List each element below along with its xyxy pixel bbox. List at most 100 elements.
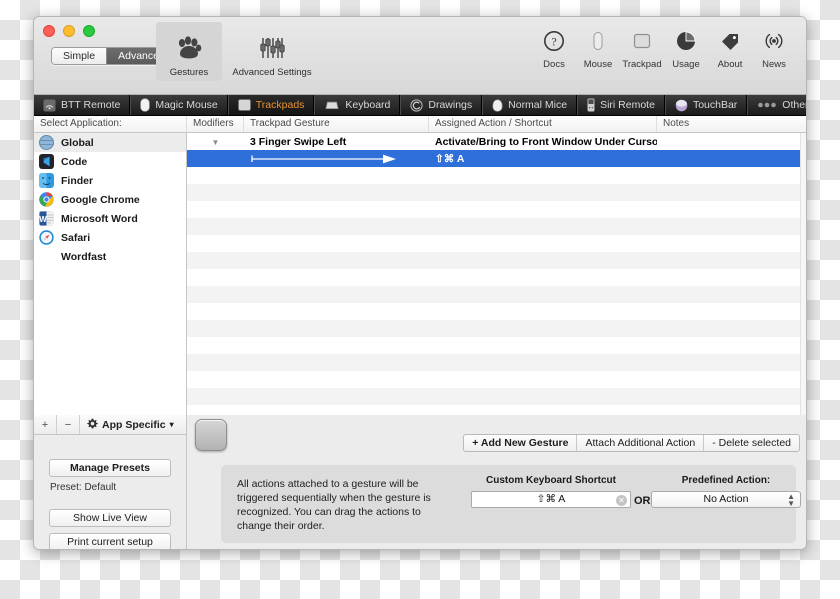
toolbar-label-news: News bbox=[762, 59, 786, 70]
table-row-empty[interactable] bbox=[187, 167, 806, 184]
keyboard-icon bbox=[324, 100, 340, 110]
table-row-empty[interactable] bbox=[187, 388, 806, 405]
predefined-action-value: No Action bbox=[703, 493, 749, 505]
svg-text:?: ? bbox=[551, 35, 556, 49]
sidebar-item-google-chrome[interactable]: Google Chrome bbox=[34, 190, 186, 209]
add-new-gesture-button[interactable]: + Add New Gesture bbox=[464, 435, 578, 451]
sidebar-item-label: Finder bbox=[61, 174, 94, 187]
table-vertical-scrollbar[interactable] bbox=[800, 133, 806, 415]
table-row[interactable]: ▼ 3 Finger Swipe Left Activate/Bring to … bbox=[187, 133, 806, 150]
table-row-empty[interactable] bbox=[187, 354, 806, 371]
table-row-selected[interactable]: ⇧⌘ A bbox=[187, 150, 806, 167]
table-row-empty[interactable] bbox=[187, 286, 806, 303]
table-row-empty[interactable] bbox=[187, 371, 806, 388]
toolbar-button-news[interactable]: News bbox=[752, 27, 796, 70]
custom-shortcut-label: Custom Keyboard Shortcut bbox=[485, 475, 616, 486]
app-specific-label: App Specific bbox=[102, 418, 166, 431]
manage-presets-button[interactable]: Manage Presets bbox=[49, 459, 171, 477]
table-row-empty[interactable] bbox=[187, 303, 806, 320]
sidebar-item-label: Microsoft Word bbox=[61, 212, 138, 225]
device-tab-touchbar[interactable]: TouchBar bbox=[664, 95, 748, 115]
sidebar-item-finder[interactable]: Finder bbox=[34, 171, 186, 190]
traffic-light-group bbox=[43, 25, 95, 37]
delete-selected-button[interactable]: - Delete selected bbox=[704, 435, 799, 451]
close-window-button[interactable] bbox=[43, 25, 55, 37]
device-tab-normal-mice[interactable]: Normal Mice bbox=[482, 95, 578, 115]
cell-assigned-action: Activate/Bring to Front Window Under Cur… bbox=[435, 135, 657, 148]
toolbar-button-advanced-settings[interactable]: Advanced Settings bbox=[222, 22, 322, 81]
manage-presets-wrap: Manage Presets bbox=[34, 459, 186, 477]
clear-circle-icon[interactable]: ✕ bbox=[616, 495, 627, 506]
column-header-notes[interactable]: Notes bbox=[657, 116, 806, 132]
table-row-empty[interactable] bbox=[187, 252, 806, 269]
app-specific-menu[interactable]: App Specific ▾ bbox=[80, 415, 186, 434]
device-tab-keyboard[interactable]: Keyboard bbox=[314, 95, 401, 115]
pie-chart-icon bbox=[664, 27, 708, 55]
toolbar-right-group: ? Docs Mouse Trackpad Usage About News bbox=[532, 27, 796, 70]
attach-additional-action-button[interactable]: Attach Additional Action bbox=[577, 435, 705, 451]
device-tab-other[interactable]: Other bbox=[747, 95, 806, 115]
window-titlebar: Simple Advanced Gestures Advanced Settin… bbox=[34, 17, 806, 95]
toolbar-button-about[interactable]: About bbox=[708, 27, 752, 70]
toolbar-button-mouse[interactable]: Mouse bbox=[576, 27, 620, 70]
table-row-empty[interactable] bbox=[187, 269, 806, 286]
chrome-icon bbox=[39, 192, 54, 207]
normal-mouse-icon bbox=[492, 98, 503, 112]
table-row-empty[interactable] bbox=[187, 184, 806, 201]
remote-icon bbox=[43, 99, 56, 112]
toolbar-button-docs[interactable]: ? Docs bbox=[532, 27, 576, 70]
sidebar-item-wordfast[interactable]: Wordfast bbox=[34, 247, 186, 266]
sidebar-item-label: Wordfast bbox=[61, 250, 107, 263]
predefined-action-label: Predefined Action: bbox=[681, 475, 771, 486]
sidebar-footer: + − App Specific ▾ Manage Presets Preset… bbox=[34, 415, 187, 549]
table-row-empty[interactable] bbox=[187, 201, 806, 218]
show-live-view-wrap: Show Live View bbox=[34, 509, 186, 527]
gesture-table: ▼ 3 Finger Swipe Left Activate/Bring to … bbox=[187, 133, 806, 415]
table-row-empty[interactable] bbox=[187, 320, 806, 337]
print-setup-wrap: Print current setup bbox=[34, 533, 186, 549]
minimize-window-button[interactable] bbox=[63, 25, 75, 37]
mode-option-simple[interactable]: Simple bbox=[52, 48, 107, 64]
word-icon: W bbox=[39, 211, 54, 226]
sidebar-item-label: Code bbox=[61, 155, 88, 168]
column-header-modifiers[interactable]: Modifiers bbox=[187, 116, 244, 132]
device-tab-btt-remote[interactable]: BTT Remote bbox=[34, 95, 131, 115]
column-header-assigned-action[interactable]: Assigned Action / Shortcut bbox=[429, 116, 657, 132]
app-window: Simple Advanced Gestures Advanced Settin… bbox=[33, 16, 807, 550]
table-row-empty[interactable] bbox=[187, 337, 806, 354]
device-tab-drawings[interactable]: Drawings bbox=[400, 95, 483, 115]
device-tab-magic-mouse[interactable]: Magic Mouse bbox=[130, 95, 228, 115]
custom-shortcut-input[interactable]: ⇧⌘ A ✕ bbox=[471, 491, 631, 508]
sidebar-item-label: Google Chrome bbox=[61, 193, 140, 206]
toolbar-button-usage[interactable]: Usage bbox=[664, 27, 708, 70]
device-tab-trackpads[interactable]: Trackpads bbox=[227, 95, 315, 115]
predefined-action-select[interactable]: No Action ▲ ▼ bbox=[651, 491, 801, 508]
device-tabstrip: BTT Remote Magic Mouse Trackpads Keyboar… bbox=[34, 95, 806, 116]
column-header-trackpad-gesture[interactable]: Trackpad Gesture bbox=[244, 116, 429, 132]
table-row-empty[interactable] bbox=[187, 218, 806, 235]
maximize-window-button[interactable] bbox=[83, 25, 95, 37]
device-tab-label: Drawings bbox=[428, 99, 473, 111]
table-row-empty[interactable] bbox=[187, 235, 806, 252]
toolbar-button-trackpad[interactable]: Trackpad bbox=[620, 27, 664, 70]
toolbar-button-gestures[interactable]: Gestures bbox=[156, 22, 222, 81]
safari-icon bbox=[39, 230, 54, 245]
column-header-select-application[interactable]: Select Application: bbox=[34, 116, 187, 132]
sidebar-item-microsoft-word[interactable]: W Microsoft Word bbox=[34, 209, 186, 228]
device-tab-label: Magic Mouse bbox=[155, 99, 218, 111]
gesture-action-buttons: + Add New Gesture Attach Additional Acti… bbox=[463, 434, 800, 452]
sidebar-item-safari[interactable]: Safari bbox=[34, 228, 186, 247]
toolbar-label-mouse: Mouse bbox=[583, 59, 613, 70]
add-application-button[interactable]: + bbox=[34, 415, 57, 434]
toolbar-label-docs: Docs bbox=[543, 59, 565, 70]
show-live-view-button[interactable]: Show Live View bbox=[49, 509, 171, 527]
remove-application-button[interactable]: − bbox=[57, 415, 80, 434]
trackpad-preview-icon[interactable] bbox=[195, 419, 227, 451]
chevron-down-icon[interactable]: ▼ bbox=[212, 138, 220, 147]
sidebar-item-code[interactable]: Code bbox=[34, 152, 186, 171]
print-current-setup-button[interactable]: Print current setup bbox=[49, 533, 171, 549]
cell-modifiers[interactable]: ▼ bbox=[187, 136, 244, 148]
vscode-icon bbox=[39, 154, 54, 169]
sidebar-item-global[interactable]: Global bbox=[34, 133, 186, 152]
device-tab-siri-remote[interactable]: Siri Remote bbox=[577, 95, 665, 115]
